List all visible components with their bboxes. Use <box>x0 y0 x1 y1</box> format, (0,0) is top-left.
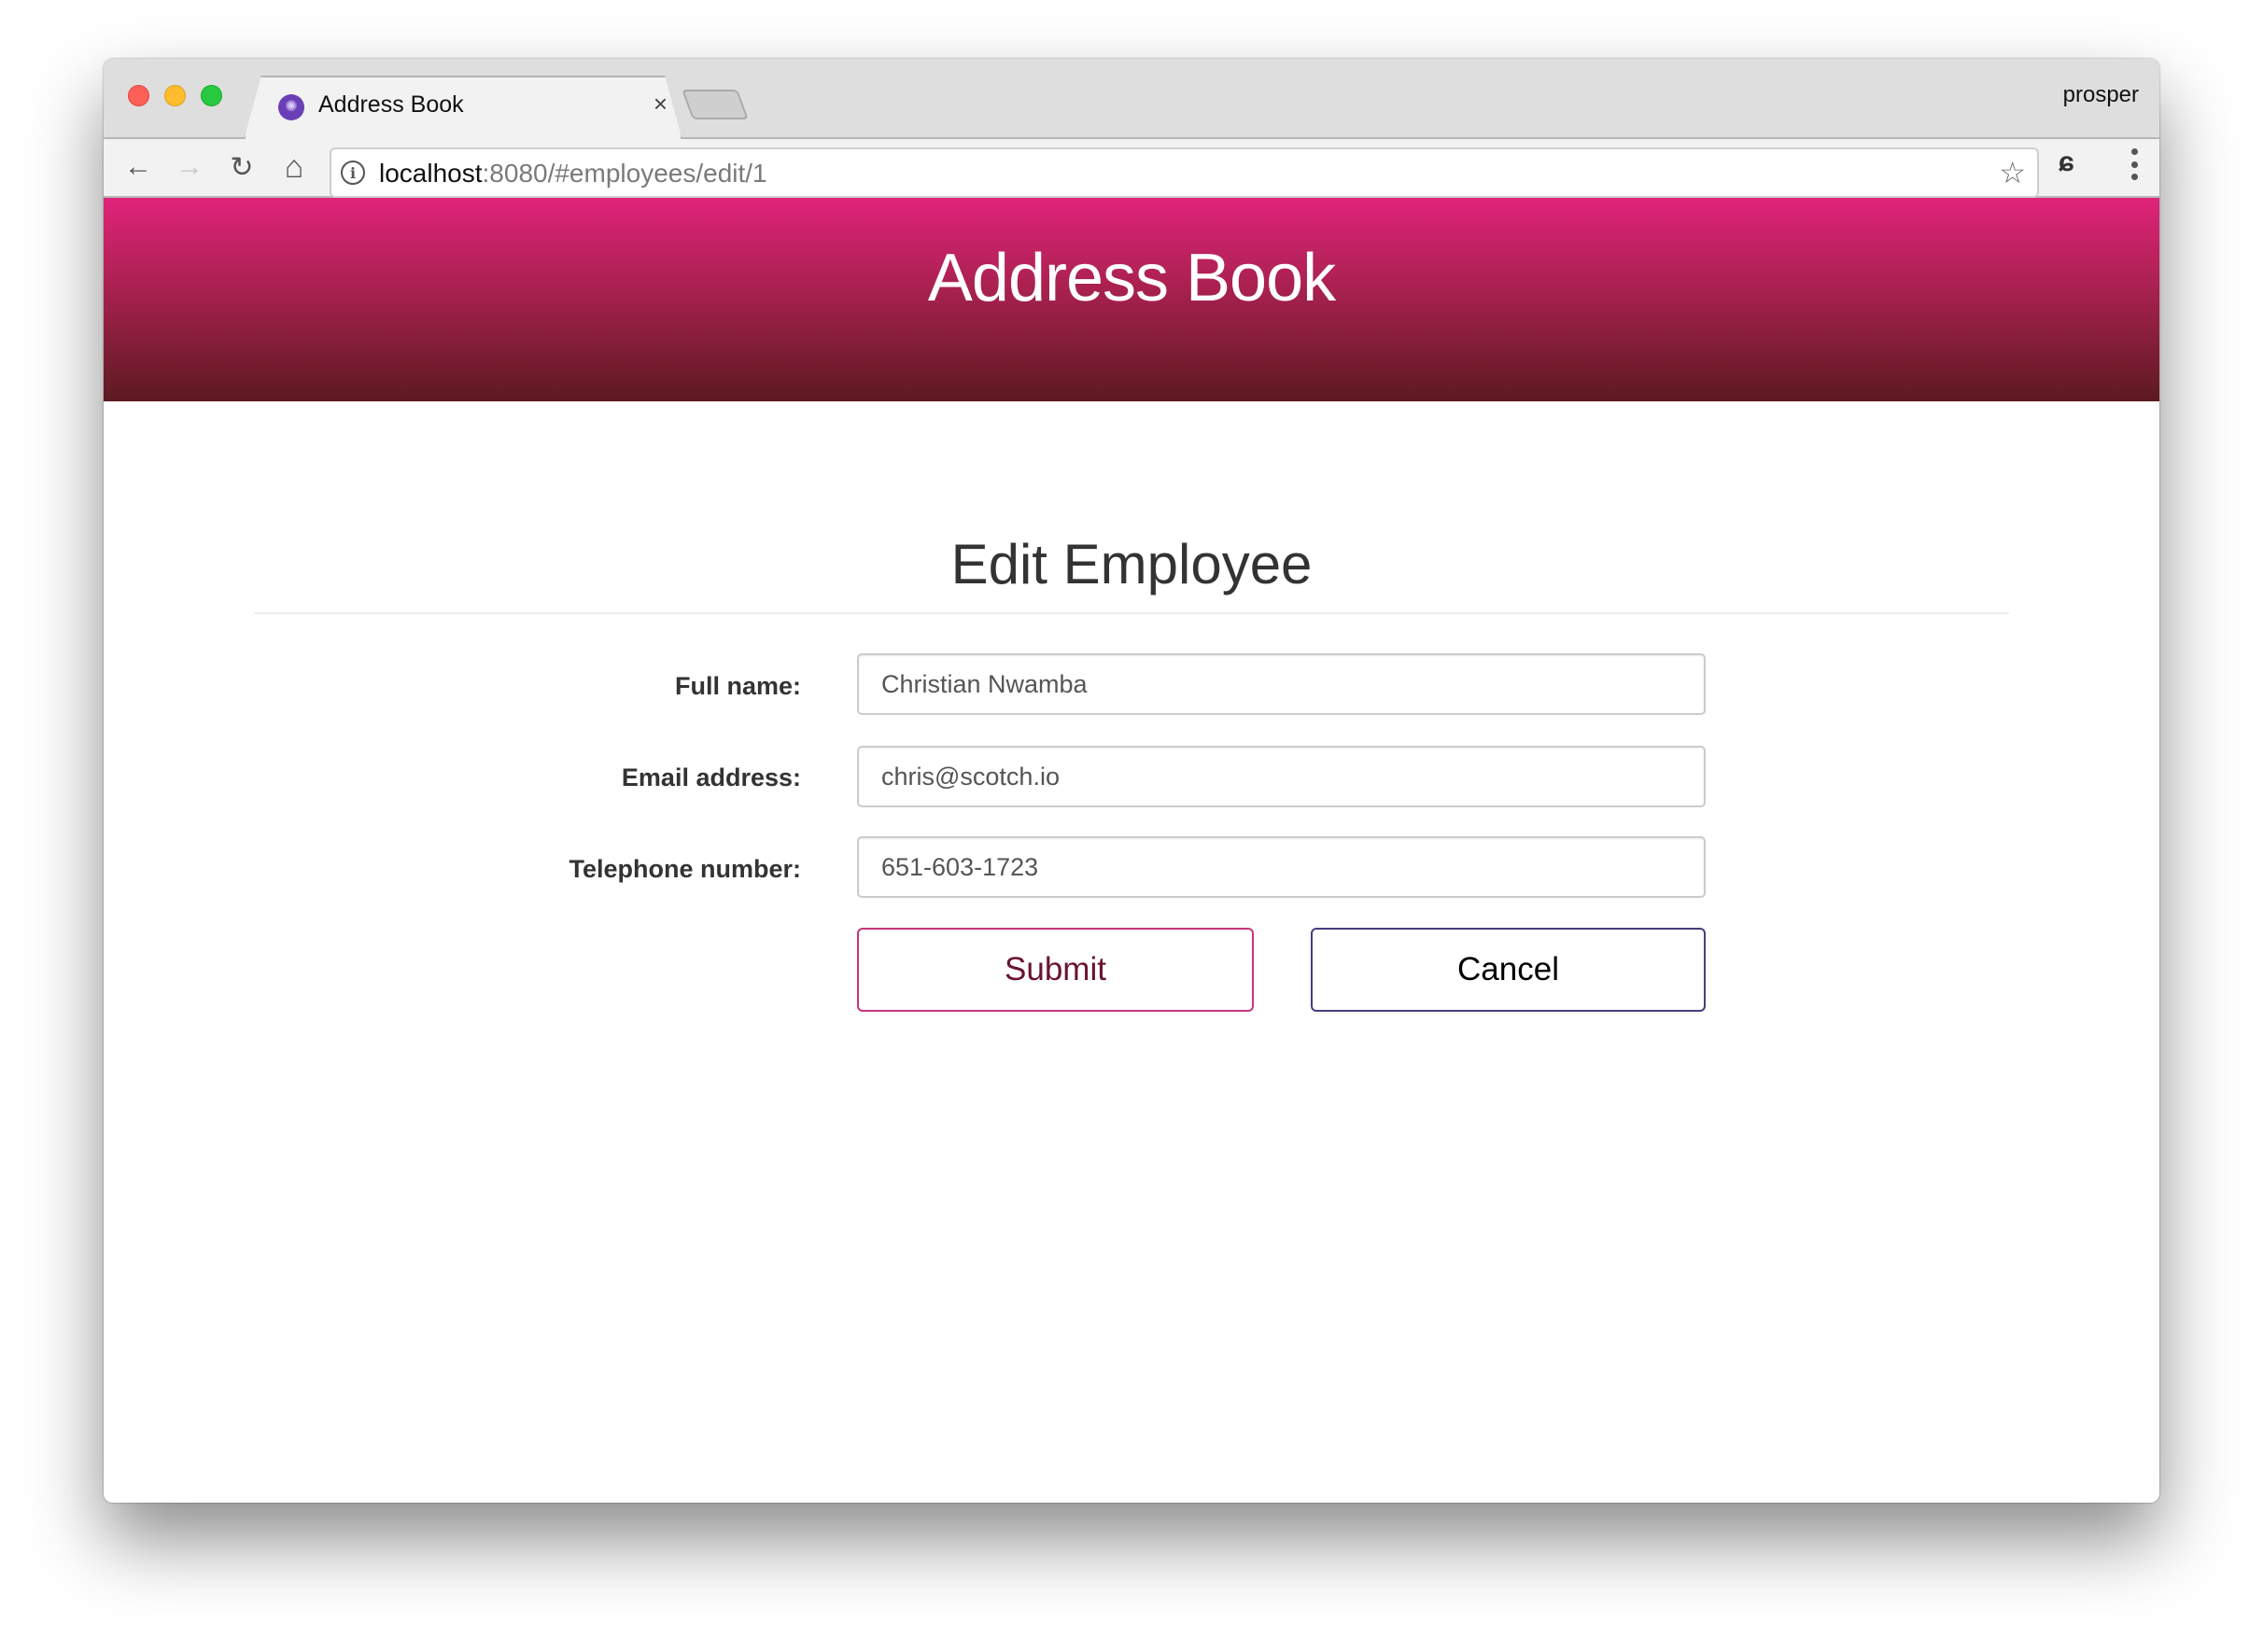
browser-window: ✺ Address Book × prosper ← → ↻ ⌂ i local… <box>104 59 2159 1503</box>
window-controls <box>128 85 222 106</box>
submit-button[interactable]: Submit <box>857 928 1254 1012</box>
app-logo-icon: ✺ <box>278 94 304 120</box>
forward-arrow-icon: → <box>176 151 204 182</box>
extension-icon[interactable]: ɕ <box>2059 148 2087 176</box>
home-icon: ⌂ <box>284 148 304 185</box>
back-arrow-icon: ← <box>124 151 152 182</box>
minimize-window-button[interactable] <box>164 85 186 106</box>
url-host: localhost <box>379 159 483 188</box>
email-input[interactable] <box>857 746 1706 807</box>
bookmark-star-icon[interactable]: ☆ <box>1999 155 2026 190</box>
forward-button[interactable]: → <box>169 147 210 188</box>
browser-toolbar: ← → ↻ ⌂ i localhost:8080/#employees/edit… <box>104 139 2159 198</box>
close-tab-icon[interactable]: × <box>654 90 668 119</box>
address-bar[interactable]: i localhost:8080/#employees/edit/1 ☆ <box>330 147 2039 198</box>
url-path: :8080/#employees/edit/1 <box>482 159 767 188</box>
home-button[interactable]: ⌂ <box>274 147 315 188</box>
maximize-window-button[interactable] <box>201 85 222 106</box>
app-title: Address Book <box>927 240 1336 315</box>
page-title: Edit Employee <box>950 533 1313 595</box>
full-name-input[interactable] <box>857 653 1706 715</box>
title-divider <box>254 612 2009 614</box>
browser-tab-content[interactable]: ✺ Address Book × <box>244 76 682 139</box>
reload-button[interactable]: ↻ <box>221 147 262 188</box>
app-header: Address Book <box>104 198 2159 401</box>
url-text[interactable]: localhost:8080/#employees/edit/1 <box>379 159 767 189</box>
telephone-label: Telephone number: <box>569 855 801 883</box>
cancel-button[interactable]: Cancel <box>1311 928 1706 1012</box>
new-tab-button[interactable] <box>682 90 749 119</box>
email-label: Email address: <box>621 763 801 791</box>
close-window-button[interactable] <box>128 85 149 106</box>
tab-title: Address Book <box>318 91 464 118</box>
main-content: Edit Employee Full name: Email address: … <box>104 401 2159 1503</box>
telephone-input[interactable] <box>857 836 1706 898</box>
reload-icon: ↻ <box>230 151 254 183</box>
tab-bar: ✺ Address Book × prosper <box>104 59 2159 141</box>
back-button[interactable]: ← <box>118 147 159 188</box>
profile-name[interactable]: prosper <box>2063 82 2139 108</box>
full-name-label: Full name: <box>674 672 801 700</box>
info-icon[interactable]: i <box>341 161 365 185</box>
browser-menu-icon[interactable] <box>2129 148 2139 180</box>
